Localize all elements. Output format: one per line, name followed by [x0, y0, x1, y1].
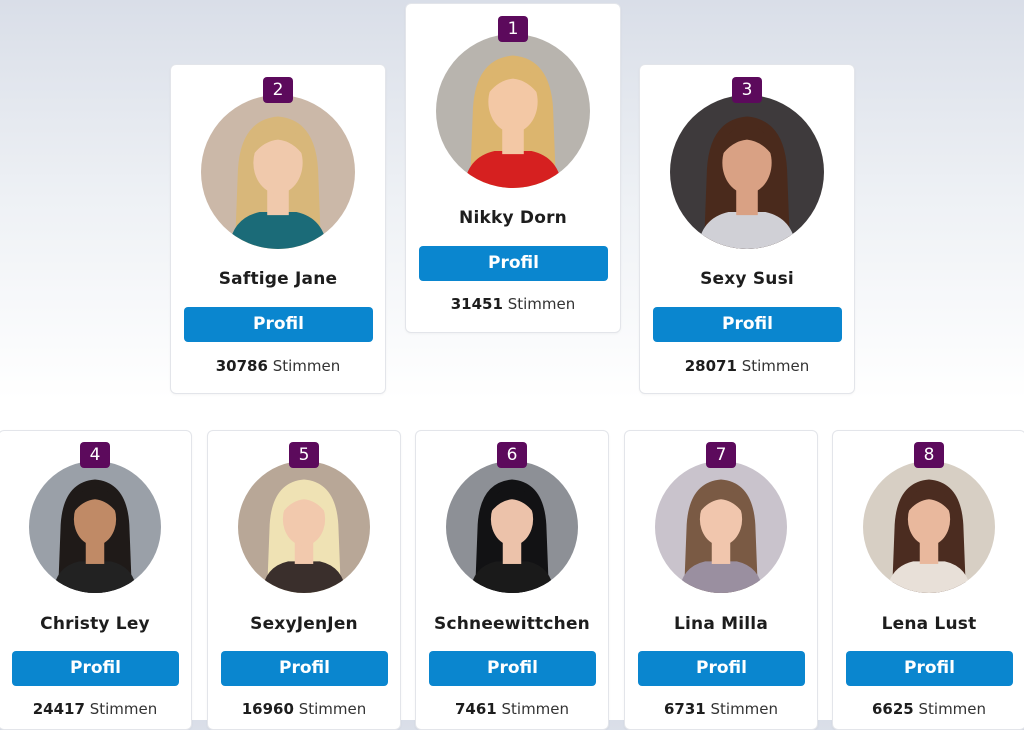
profile-button[interactable]: Profil	[653, 307, 842, 342]
vote-count: 16960 Stimmen	[208, 700, 400, 718]
model-card: 7 Lina Milla Profil 6731 Stimmen	[624, 430, 818, 730]
model-card: 2 Saftige Jane Profil 30786 Stimmen	[170, 64, 386, 394]
vote-number: 6625	[871, 700, 914, 718]
model-avatar[interactable]	[238, 461, 370, 593]
model-name: SexyJenJen	[250, 614, 358, 634]
vote-label: Stimmen	[710, 700, 779, 718]
model-avatar[interactable]	[670, 95, 824, 249]
model-card: 1 Nikky Dorn Profil 31451 Stimmen	[405, 3, 621, 333]
model-card: 5 SexyJenJen Profil 16960 Stimmen	[207, 430, 401, 730]
vote-number: 24417	[32, 700, 85, 718]
model-avatar[interactable]	[201, 95, 355, 249]
vote-label: Stimmen	[89, 700, 158, 718]
vote-count: 7461 Stimmen	[416, 700, 608, 718]
vote-label: Stimmen	[272, 357, 341, 375]
vote-count: 24417 Stimmen	[0, 700, 191, 718]
model-name: Nikky Dorn	[459, 208, 567, 228]
rank-badge: 2	[263, 77, 293, 103]
model-avatar[interactable]	[446, 461, 578, 593]
rank-badge: 6	[497, 442, 527, 468]
vote-label: Stimmen	[741, 357, 810, 375]
vote-count: 6625 Stimmen	[833, 700, 1024, 718]
vote-label: Stimmen	[298, 700, 367, 718]
model-avatar[interactable]	[436, 34, 590, 188]
vote-number: 6731	[663, 700, 706, 718]
vote-number: 16960	[241, 700, 294, 718]
model-avatar[interactable]	[863, 461, 995, 593]
rank-badge: 8	[914, 442, 944, 468]
model-name: Schneewittchen	[434, 614, 590, 634]
rank-badge: 1	[498, 16, 528, 42]
model-name: Saftige Jane	[218, 269, 338, 289]
vote-label: Stimmen	[501, 700, 570, 718]
rank-badge: 7	[706, 442, 736, 468]
model-name: Sexy Susi	[700, 269, 794, 289]
vote-label: Stimmen	[918, 700, 987, 718]
vote-label: Stimmen	[507, 295, 576, 313]
model-avatar[interactable]	[29, 461, 161, 593]
model-card: 6 Schneewittchen Profil 7461 Stimmen	[415, 430, 609, 730]
vote-number: 7461	[454, 700, 497, 718]
rank-badge: 4	[80, 442, 110, 468]
vote-number: 31451	[450, 295, 503, 313]
vote-count: 30786 Stimmen	[171, 357, 385, 375]
model-name: Lina Milla	[673, 614, 769, 634]
profile-button[interactable]: Profil	[184, 307, 373, 342]
model-card: 8 Lena Lust Profil 6625 Stimmen	[832, 430, 1024, 730]
vote-number: 30786	[215, 357, 268, 375]
profile-button[interactable]: Profil	[638, 651, 805, 686]
model-avatar[interactable]	[655, 461, 787, 593]
model-card: 4 Christy Ley Profil 24417 Stimmen	[0, 430, 192, 730]
profile-button[interactable]: Profil	[419, 246, 608, 281]
profile-button[interactable]: Profil	[12, 651, 179, 686]
vote-count: 31451 Stimmen	[406, 295, 620, 313]
model-name: Christy Ley	[40, 614, 150, 634]
profile-button[interactable]: Profil	[429, 651, 596, 686]
rank-badge: 3	[732, 77, 762, 103]
profile-button[interactable]: Profil	[221, 651, 388, 686]
rank-badge: 5	[289, 442, 319, 468]
model-card: 3 Sexy Susi Profil 28071 Stimmen	[639, 64, 855, 394]
vote-count: 28071 Stimmen	[640, 357, 854, 375]
vote-count: 6731 Stimmen	[625, 700, 817, 718]
model-name: Lena Lust	[881, 614, 977, 634]
profile-button[interactable]: Profil	[846, 651, 1013, 686]
vote-number: 28071	[684, 357, 737, 375]
